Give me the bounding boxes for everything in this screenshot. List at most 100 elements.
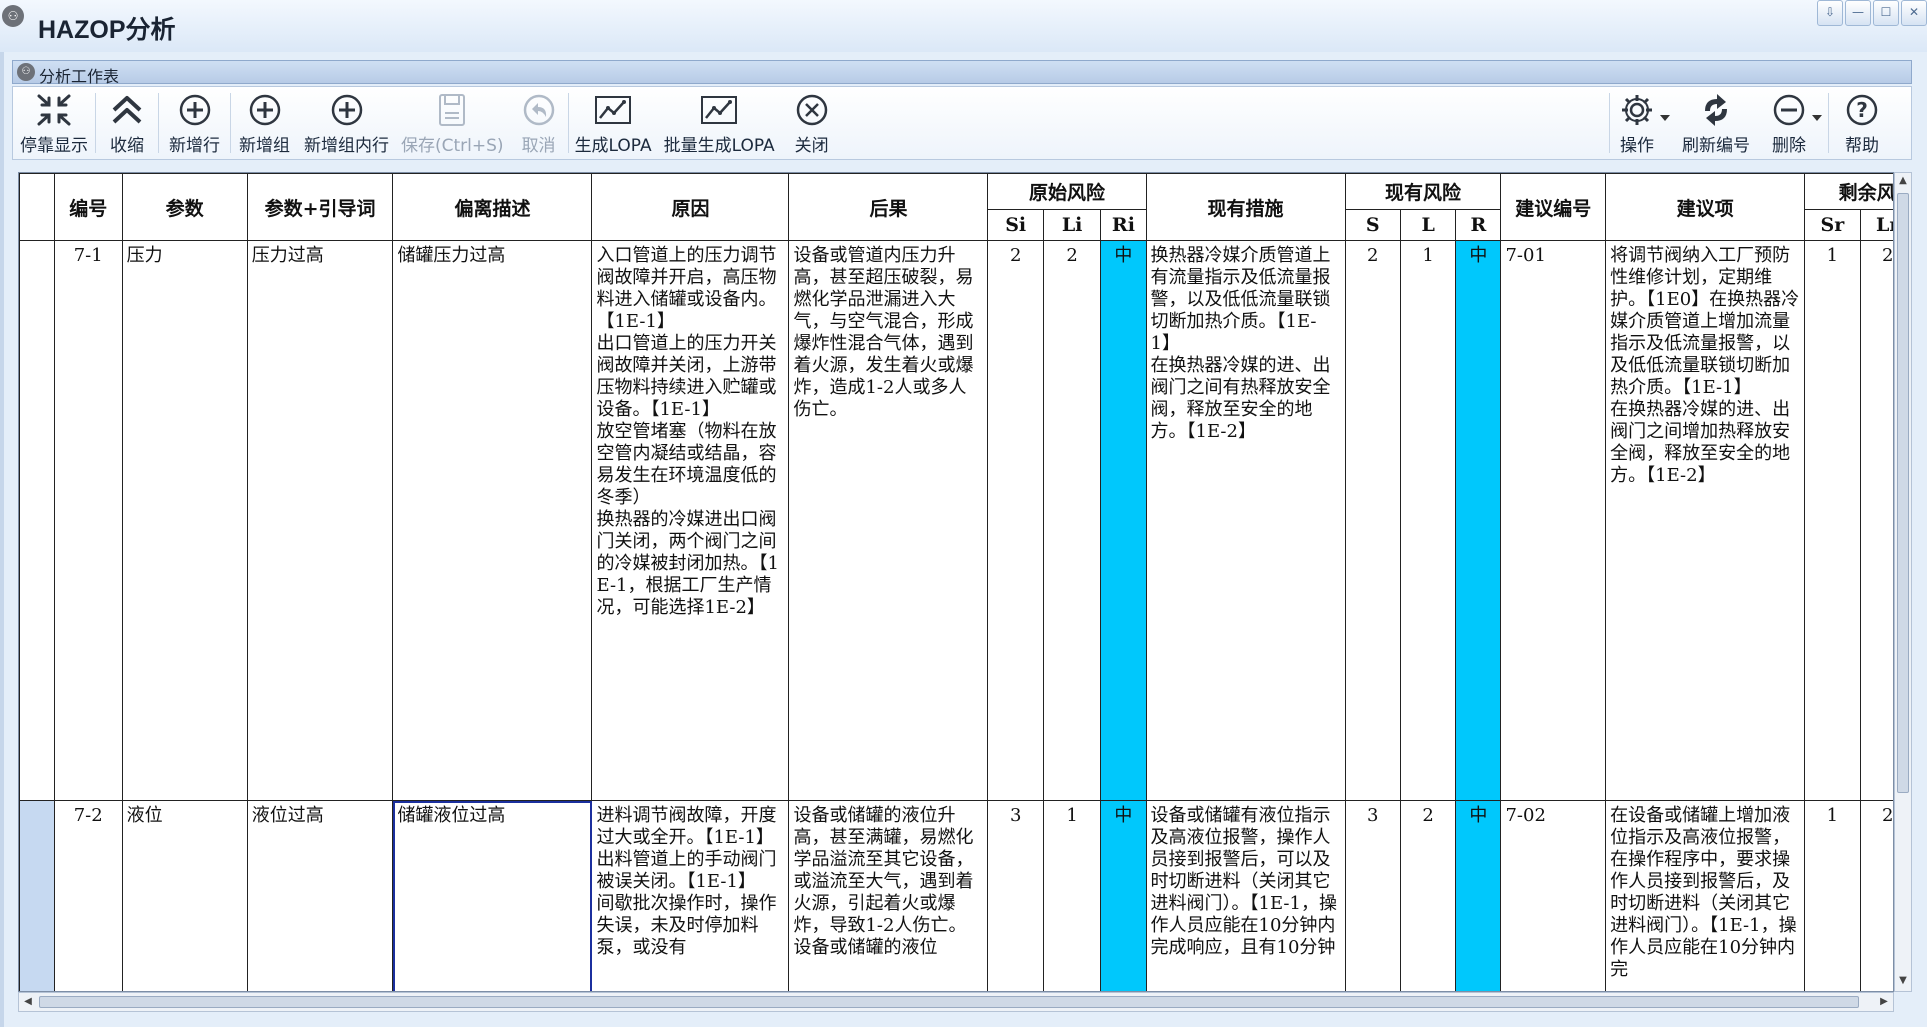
app-logo-icon: ⚇ (2, 5, 24, 27)
close-circle-icon (795, 91, 829, 129)
table-row[interactable]: 7-2 液位 液位过高 储罐液位过高 进料调节阀故障，开度过大或全开。【1E-1… (19, 800, 1893, 991)
refresh-numbering-button[interactable]: 刷新编号 (1670, 87, 1762, 159)
cell-suggestion-id[interactable]: 7-01 (1500, 240, 1607, 801)
header-lr[interactable]: Lr (1859, 209, 1893, 241)
cell-cause[interactable]: 入口管道上的压力调节阀故障并开启，高压物料进入储罐或设备内。【1E-1】 出口管… (591, 240, 790, 801)
cell-s[interactable]: 2 (1344, 240, 1401, 801)
delete-dropdown-button[interactable]: 删除 (1762, 87, 1828, 159)
scroll-right-icon[interactable]: ▶ (1877, 995, 1891, 1009)
add-row-button[interactable]: 新增行 (159, 87, 230, 159)
toolbar: 停靠显示 收缩 新增行 新增组 新增组内行 保存(Ctrl+S) 取消 生成LO… (12, 86, 1912, 160)
cell-suggestion[interactable]: 在设备或储罐上增加液位指示及高液位报警，在操作程序中，要求操作人员接到报警后，及… (1605, 800, 1806, 991)
cell-consequence[interactable]: 设备或管道内压力升高，甚至超压破裂，易燃化学品泄漏进入大气，与空气混合，形成爆炸… (788, 240, 989, 801)
add-circle-icon (178, 91, 212, 129)
chart-icon (594, 91, 632, 129)
cell-cause[interactable]: 进料调节阀故障，开度过大或全开。【1E-1】 出料管道上的手动阀门被误关闭。【1… (591, 800, 790, 991)
generate-lopa-button[interactable]: 生成LOPA (569, 87, 658, 159)
cell-param[interactable]: 液位 (121, 800, 248, 991)
cell-measures[interactable]: 设备或储罐有液位指示及高液位报警，操作人员接到报警后，可以及时切断进料（关闭其它… (1145, 800, 1346, 991)
cell-r[interactable]: 中 (1455, 240, 1502, 801)
operation-dropdown-button[interactable]: 操作 (1610, 87, 1670, 159)
add-circle-icon (330, 91, 364, 129)
cell-lr[interactable]: 2 (1859, 800, 1893, 991)
dock-display-button[interactable]: 停靠显示 (13, 87, 95, 159)
cell-id[interactable]: 7-2 (53, 800, 123, 991)
header-consequence[interactable]: 后果 (788, 173, 989, 241)
header-existing-measures[interactable]: 现有措施 (1145, 173, 1346, 241)
cell-ri[interactable]: 中 (1100, 240, 1147, 801)
cell-li[interactable]: 1 (1042, 800, 1102, 991)
batch-generate-lopa-button[interactable]: 批量生成LOPA (658, 87, 781, 159)
header-r[interactable]: R (1455, 209, 1502, 241)
hazop-table: 编号 参数 参数+引导词 偏离描述 原因 后果 原始风险 现有措施 现有风险 建… (19, 173, 1893, 991)
add-circle-icon (248, 91, 282, 129)
header-li[interactable]: Li (1042, 209, 1102, 241)
row-header[interactable] (19, 240, 55, 801)
cell-s[interactable]: 3 (1344, 800, 1401, 991)
cell-si[interactable]: 3 (987, 800, 1044, 991)
row-header[interactable] (19, 800, 55, 991)
header-row-1: 编号 参数 参数+引导词 偏离描述 原因 后果 原始风险 现有措施 现有风险 建… (19, 173, 1893, 241)
save-button[interactable]: 保存(Ctrl+S) (395, 87, 510, 159)
cell-li[interactable]: 2 (1042, 240, 1102, 801)
cell-param-guide[interactable]: 压力过高 (246, 240, 394, 801)
header-l[interactable]: L (1399, 209, 1457, 241)
header-original-risk[interactable]: 原始风险 (987, 173, 1147, 210)
cancel-button[interactable]: 取消 (510, 87, 568, 159)
title-bar: ⚇ HAZOP分析 ⇩ — ☐ ✕ (0, 0, 1927, 52)
cell-id[interactable]: 7-1 (53, 240, 123, 801)
header-sr[interactable]: Sr (1804, 209, 1861, 241)
header-param-guide[interactable]: 参数+引导词 (246, 173, 394, 241)
vertical-scrollbar[interactable]: ▲ ▼ (1894, 172, 1912, 992)
header-si[interactable]: Si (987, 209, 1044, 241)
cell-si[interactable]: 2 (987, 240, 1044, 801)
scroll-down-icon[interactable]: ▼ (1897, 975, 1909, 989)
cell-param-guide[interactable]: 液位过高 (246, 800, 394, 991)
toolbar-left-group: 停靠显示 收缩 新增行 新增组 新增组内行 保存(Ctrl+S) 取消 生成LO… (13, 87, 843, 159)
cell-lr[interactable]: 2 (1859, 240, 1893, 801)
header-deviation[interactable]: 偏离描述 (392, 173, 593, 241)
collapse-button[interactable]: 收缩 (96, 87, 158, 159)
header-current-risk[interactable]: 现有风险 (1344, 173, 1502, 210)
save-icon (437, 91, 467, 129)
pin-icon[interactable]: ⇩ (1817, 0, 1843, 26)
header-suggestion[interactable]: 建议项 (1605, 173, 1806, 241)
header-ri[interactable]: Ri (1100, 209, 1147, 241)
refresh-icon (1697, 91, 1735, 129)
cell-sr[interactable]: 1 (1804, 240, 1861, 801)
help-button[interactable]: ? 帮助 (1829, 87, 1895, 159)
maximize-button[interactable]: ☐ (1873, 0, 1899, 26)
header-suggestion-id[interactable]: 建议编号 (1500, 173, 1607, 241)
add-group-button[interactable]: 新增组 (231, 87, 298, 159)
table-row[interactable]: 7-1 压力 压力过高 储罐压力过高 入口管道上的压力调节阀故障并开启，高压物料… (19, 240, 1893, 801)
header-id[interactable]: 编号 (53, 173, 123, 241)
horizontal-scrollbar[interactable]: ◀ ▶ (18, 992, 1894, 1012)
scroll-left-icon[interactable]: ◀ (21, 995, 35, 1009)
close-button[interactable]: 关闭 (781, 87, 843, 159)
header-param[interactable]: 参数 (121, 173, 248, 241)
cell-suggestion-id[interactable]: 7-02 (1500, 800, 1607, 991)
cell-ri[interactable]: 中 (1100, 800, 1147, 991)
cell-suggestion[interactable]: 将调节阀纳入工厂预防性维修计划，定期维护。【1E0】在换热器冷媒介质管道上增加流… (1605, 240, 1806, 801)
toolbar-right-group: 操作 刷新编号 删除 ? 帮助 (1609, 87, 1895, 159)
cell-sr[interactable]: 1 (1804, 800, 1861, 991)
cell-r[interactable]: 中 (1455, 800, 1502, 991)
minimize-button[interactable]: — (1845, 0, 1871, 26)
cell-l[interactable]: 1 (1399, 240, 1457, 801)
collapse-icon (110, 91, 144, 129)
header-s[interactable]: S (1344, 209, 1401, 241)
close-window-button[interactable]: ✕ (1901, 0, 1927, 26)
cell-consequence[interactable]: 设备或储罐的液位升高，甚至满罐，易燃化学品溢流至其它设备，或溢流至大气，遇到着火… (788, 800, 989, 991)
cell-deviation[interactable]: 储罐压力过高 (392, 240, 593, 801)
add-row-in-group-button[interactable]: 新增组内行 (298, 87, 395, 159)
horizontal-scroll-thumb[interactable] (39, 996, 1859, 1008)
chart-icon (700, 91, 738, 129)
header-cause[interactable]: 原因 (591, 173, 790, 241)
cell-param[interactable]: 压力 (121, 240, 248, 801)
scroll-up-icon[interactable]: ▲ (1897, 175, 1909, 189)
cell-l[interactable]: 2 (1399, 800, 1457, 991)
vertical-scroll-thumb[interactable] (1897, 193, 1909, 793)
cell-measures[interactable]: 换热器冷媒介质管道上有流量指示及低流量报警，以及低低流量联锁切断加热介质。【1E… (1145, 240, 1346, 801)
header-remaining-risk[interactable]: 剩余风险 (1804, 173, 1893, 210)
cell-deviation[interactable]: 储罐液位过高 (392, 800, 593, 991)
